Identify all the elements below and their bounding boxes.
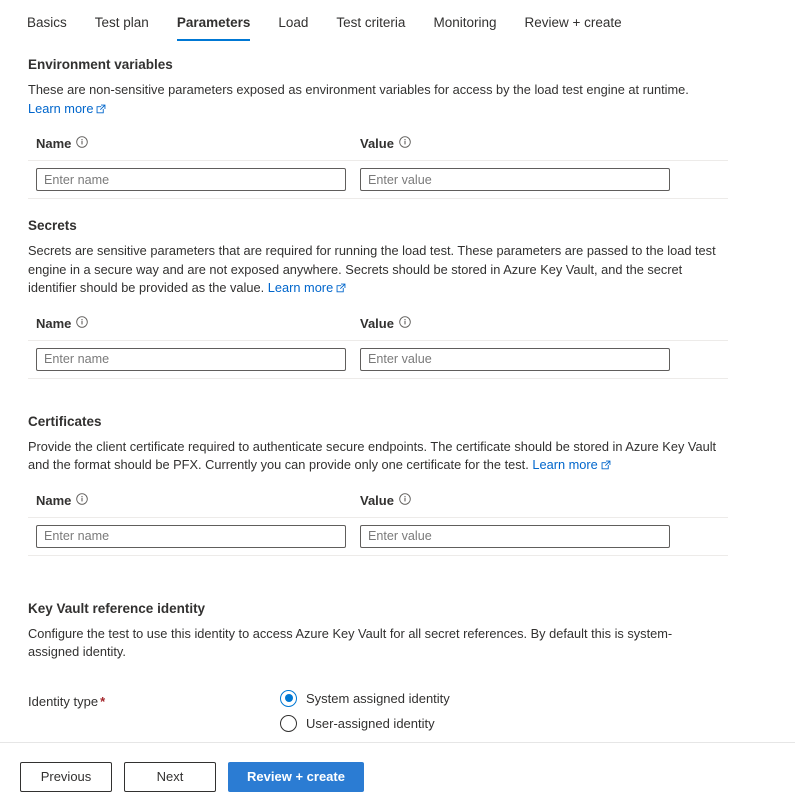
required-marker: * (100, 694, 105, 709)
external-link-icon (96, 101, 106, 120)
environment-variables-description: These are non-sensitive parameters expos… (28, 81, 723, 119)
secrets-grid-header: Name Value (28, 315, 728, 340)
wizard-tabbar: Basics Test plan Parameters Load Test cr… (0, 0, 795, 46)
environment-variables-title: Environment variables (28, 56, 795, 74)
certificates-value-header-cell: Value (360, 492, 411, 510)
radio-system-assigned-identity[interactable]: System assigned identity (280, 690, 450, 707)
certificates-grid: Name Value (28, 492, 728, 556)
certificates-learn-more-link[interactable]: Learn more (532, 457, 610, 472)
secrets-value-header-label: Value (360, 316, 411, 331)
certificates-row (28, 517, 728, 556)
environment-variables-row (28, 160, 728, 199)
tab-load-label: Load (278, 15, 308, 30)
environment-variables-name-header-cell: Name (36, 135, 360, 153)
tab-basics[interactable]: Basics (27, 14, 81, 41)
tab-test-plan[interactable]: Test plan (81, 14, 163, 41)
environment-variables-name-input[interactable] (36, 168, 346, 191)
key-vault-identity-section: Key Vault reference identity Configure t… (28, 600, 795, 732)
info-icon[interactable] (76, 136, 88, 151)
radio-system-assigned-identity-label: System assigned identity (306, 691, 450, 706)
review-create-button[interactable]: Review + create (228, 762, 364, 792)
tab-basics-label: Basics (27, 15, 67, 30)
tab-test-criteria[interactable]: Test criteria (322, 14, 419, 41)
key-vault-identity-title: Key Vault reference identity (28, 600, 795, 618)
secrets-description-text: Secrets are sensitive parameters that ar… (28, 243, 716, 295)
secrets-value-cell (360, 348, 676, 371)
radio-user-assigned-identity[interactable]: User-assigned identity (280, 715, 450, 732)
wizard-footer: Previous Next Review + create (0, 742, 795, 810)
environment-variables-name-cell (36, 168, 360, 191)
secrets-description: Secrets are sensitive parameters that ar… (28, 242, 723, 299)
external-link-icon (336, 280, 346, 299)
environment-variables-grid-header: Name Value (28, 135, 728, 160)
environment-variables-value-input[interactable] (360, 168, 670, 191)
certificates-name-cell (36, 525, 360, 548)
certificates-section: Certificates Provide the client certific… (28, 413, 795, 556)
external-link-icon (601, 457, 611, 476)
secrets-section: Secrets Secrets are sensitive parameters… (28, 217, 795, 379)
certificates-learn-more-label: Learn more (532, 457, 597, 472)
environment-variables-section: Environment variables These are non-sens… (28, 56, 795, 199)
secrets-value-header-cell: Value (360, 315, 411, 333)
environment-variables-name-header-label: Name (36, 136, 88, 151)
info-icon[interactable] (399, 493, 411, 508)
identity-type-radio-group: System assigned identity User-assigned i… (280, 690, 450, 732)
tab-review-create-label: Review + create (524, 15, 621, 30)
secrets-learn-more-label: Learn more (268, 280, 333, 295)
certificates-value-cell (360, 525, 676, 548)
secrets-value-input[interactable] (360, 348, 670, 371)
certificates-name-header-cell: Name (36, 492, 360, 510)
tab-test-plan-label: Test plan (95, 15, 149, 30)
certificates-name-input[interactable] (36, 525, 346, 548)
certificates-name-header-label: Name (36, 493, 88, 508)
secrets-title: Secrets (28, 217, 795, 235)
certificates-value-header-label: Value (360, 493, 411, 508)
secrets-name-input[interactable] (36, 348, 346, 371)
identity-type-label: Identity type* (28, 690, 280, 711)
secrets-learn-more-link[interactable]: Learn more (268, 280, 346, 295)
certificates-grid-header: Name Value (28, 492, 728, 517)
secrets-grid: Name Value (28, 315, 728, 379)
certificates-description: Provide the client certificate required … (28, 438, 723, 476)
tab-parameters-label: Parameters (177, 15, 251, 30)
radio-user-assigned-identity-label: User-assigned identity (306, 716, 435, 731)
info-icon[interactable] (399, 136, 411, 151)
environment-variables-value-cell (360, 168, 676, 191)
previous-button[interactable]: Previous (20, 762, 112, 792)
environment-variables-learn-more-link[interactable]: Learn more (28, 101, 106, 116)
tab-parameters[interactable]: Parameters (163, 14, 265, 41)
environment-variables-value-header-cell: Value (360, 135, 411, 153)
key-vault-identity-description: Configure the test to use this identity … (28, 625, 683, 662)
info-icon[interactable] (399, 316, 411, 331)
radio-unselected-icon (280, 715, 297, 732)
info-icon[interactable] (76, 316, 88, 331)
parameters-page: Basics Test plan Parameters Load Test cr… (0, 0, 795, 810)
secrets-name-header-label: Name (36, 316, 88, 331)
radio-selected-icon (280, 690, 297, 707)
certificates-description-text: Provide the client certificate required … (28, 439, 716, 473)
tab-monitoring-label: Monitoring (433, 15, 496, 30)
secrets-row (28, 340, 728, 379)
next-button[interactable]: Next (124, 762, 216, 792)
tab-test-criteria-label: Test criteria (336, 15, 405, 30)
secrets-name-header-cell: Name (36, 315, 360, 333)
page-content: Environment variables These are non-sens… (0, 46, 795, 732)
environment-variables-learn-more-label: Learn more (28, 101, 93, 116)
tab-review-create[interactable]: Review + create (510, 14, 635, 41)
tab-load[interactable]: Load (264, 14, 322, 41)
certificates-value-input[interactable] (360, 525, 670, 548)
environment-variables-description-text: These are non-sensitive parameters expos… (28, 82, 689, 97)
certificates-title: Certificates (28, 413, 795, 431)
tab-monitoring[interactable]: Monitoring (419, 14, 510, 41)
secrets-name-cell (36, 348, 360, 371)
environment-variables-grid: Name Value (28, 135, 728, 199)
identity-type-row: Identity type* System assigned identity … (28, 690, 795, 732)
environment-variables-value-header-label: Value (360, 136, 411, 151)
info-icon[interactable] (76, 493, 88, 508)
identity-type-label-text: Identity type (28, 694, 98, 709)
